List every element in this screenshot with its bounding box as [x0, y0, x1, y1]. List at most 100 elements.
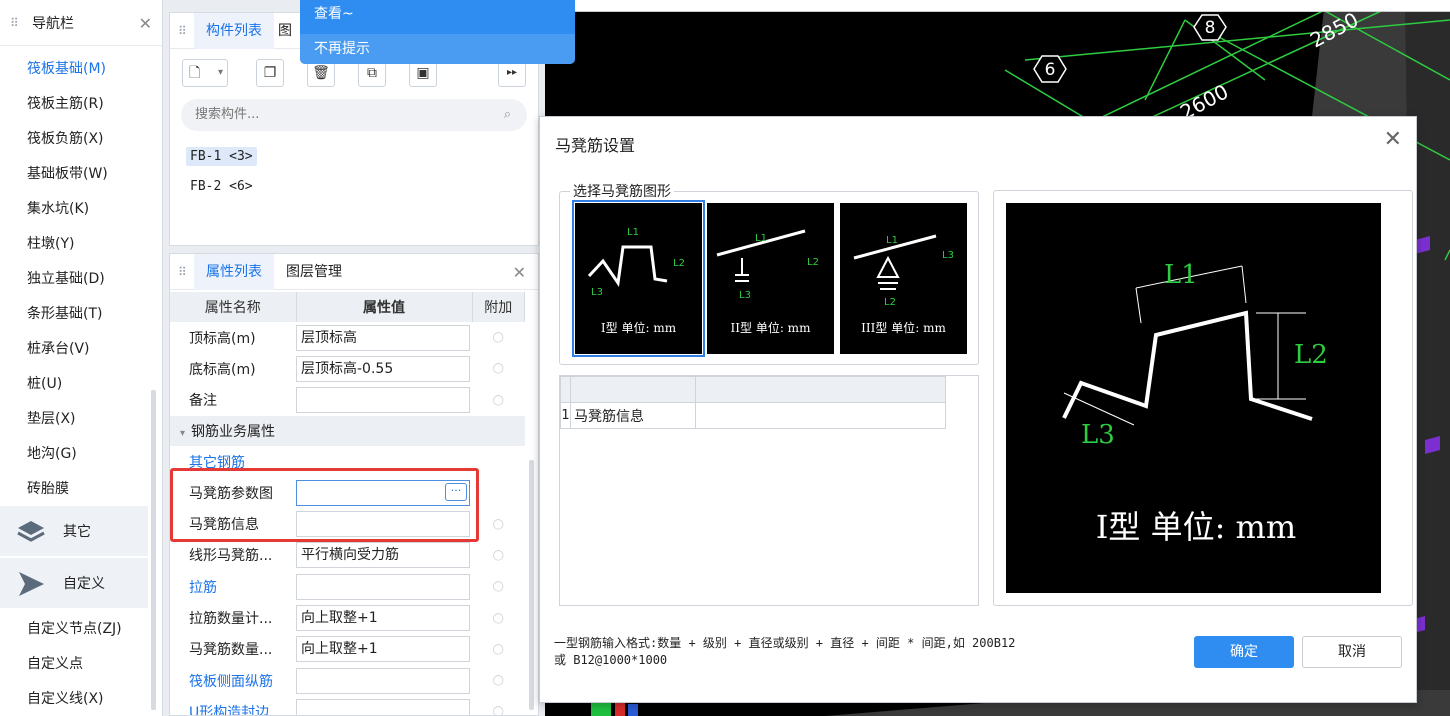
prop-value-input[interactable]: [296, 573, 470, 600]
ellipsis-button[interactable]: ···: [445, 482, 467, 501]
cad-axis-bubble: 8: [1193, 14, 1227, 41]
dont-show-again-menu-item[interactable]: 不再提示: [300, 34, 575, 64]
prop-value-input[interactable]: 平行横向受力筋: [296, 542, 470, 569]
nav-item-cushion[interactable]: 垫层(X): [27, 408, 76, 428]
property-tabbar: ⠿ 属性列表 图层管理 ✕: [170, 254, 538, 290]
prop-value-input[interactable]: [296, 511, 470, 538]
nav-group-other[interactable]: 其它: [0, 506, 148, 556]
stool-info-table: 1 马凳筋信息: [560, 376, 946, 429]
navigation-panel: ⠿ 导航栏 ✕ 筏板基础(M) 筏板主筋(R) 筏板负筋(X) 基础板带(W) …: [0, 0, 163, 716]
prop-value-input[interactable]: [296, 667, 470, 694]
extra-radio[interactable]: ◯: [472, 665, 525, 696]
nav-item-raft-main-rebar[interactable]: 筏板主筋(R): [27, 93, 104, 113]
nav-item-pile-cap[interactable]: 桩承台(V): [27, 338, 90, 358]
prop-value-input[interactable]: 向上取整+1: [296, 605, 470, 632]
nav-item-foundation-strip[interactable]: 基础板带(W): [27, 163, 108, 183]
stool-rebar-settings-dialog: 马凳筋设置 ✕ 选择马凳筋图形 L1 L2 L3 I型 单位: mm L1 L2…: [539, 116, 1417, 703]
tab-component-list[interactable]: 构件列表: [194, 12, 274, 49]
search-icon[interactable]: ⌕: [504, 99, 511, 131]
nav-item-custom-node[interactable]: 自定义节点(ZJ): [27, 618, 122, 638]
prop-name: 马凳筋参数图: [189, 485, 273, 502]
nav-item-pile[interactable]: 桩(U): [27, 373, 62, 393]
table-row[interactable]: 1 马凳筋信息: [560, 402, 946, 429]
table-row: 底标高(m) 层顶标高-0.55 ◯: [170, 353, 525, 384]
nav-scrollbar[interactable]: [151, 390, 156, 710]
table-row: 马凳筋参数图 ···: [170, 477, 525, 508]
extra-radio[interactable]: ◯: [472, 634, 525, 665]
drag-handle-icon[interactable]: ⠿: [178, 265, 194, 279]
col-header-value: 属性值: [296, 292, 473, 322]
col-header-name: 属性名称: [170, 292, 297, 322]
extra-radio[interactable]: ◯: [472, 571, 525, 602]
component-item[interactable]: FB-1 <3>: [186, 147, 257, 166]
nav-item-custom-line[interactable]: 自定义线(X): [27, 688, 104, 708]
view-menu-item[interactable]: 查看~: [314, 3, 354, 23]
extra-radio[interactable]: ◯: [472, 353, 525, 384]
collapse-icon[interactable]: ▾: [180, 428, 185, 439]
property-table: 属性名称 属性值 附加 顶标高(m) 层顶标高 ◯ 底标高(m) 层顶标高-0.…: [170, 292, 525, 715]
nav-item-column-pier[interactable]: 柱墩(Y): [27, 233, 74, 253]
close-icon[interactable]: ✕: [513, 263, 526, 282]
dim-label: L3: [591, 287, 603, 298]
col-header-extra: 附加: [472, 292, 525, 322]
table-row: 备注 ◯: [170, 385, 525, 416]
dim-label: L1: [627, 227, 639, 238]
component-search-input[interactable]: 搜索构件... ⌕: [181, 99, 527, 131]
extra-radio[interactable]: ◯: [472, 540, 525, 571]
prop-value-input[interactable]: [296, 698, 470, 715]
prop-value-input[interactable]: 层顶标高: [296, 324, 470, 351]
nav-item-brick-mold[interactable]: 砖胎膜: [27, 478, 69, 498]
cad-axis-label: 6: [1045, 60, 1056, 80]
hint-line: 一型钢筋输入格式:数量 + 级别 + 直径或级别 + 直径 + 间距 * 间距,…: [554, 636, 1016, 650]
nav-item-raft-neg-rebar[interactable]: 筏板负筋(X): [27, 128, 104, 148]
section-row[interactable]: ▾ 钢筋业务属性: [170, 415, 525, 446]
drag-handle-icon[interactable]: ⠿: [178, 24, 194, 38]
prop-name-link[interactable]: 筏板侧面纵筋: [170, 665, 296, 696]
prop-name-link[interactable]: U形构造封边...: [170, 696, 296, 715]
nav-item-trench[interactable]: 地沟(G): [27, 443, 77, 463]
copy-button[interactable]: ❐: [256, 59, 284, 87]
nav-item-isolated-footing[interactable]: 独立基础(D): [27, 268, 105, 288]
shape-type-2-option[interactable]: L1 L2 L3 II型 单位: mm: [707, 203, 834, 354]
extra-radio[interactable]: ◯: [472, 602, 525, 633]
component-item[interactable]: FB-2 <6>: [186, 177, 257, 196]
close-icon[interactable]: ✕: [139, 14, 152, 33]
prop-name: 底标高(m): [189, 361, 256, 378]
dim-label: L1: [1164, 260, 1198, 290]
property-scrollbar[interactable]: [529, 460, 534, 710]
extra-radio[interactable]: ◯: [472, 322, 525, 353]
prop-name-link[interactable]: 其它钢筋: [170, 446, 296, 477]
shape-type-1-option[interactable]: L1 L2 L3 I型 单位: mm: [572, 200, 705, 357]
nav-item-strip-footing[interactable]: 条形基础(T): [27, 303, 102, 323]
new-component-button[interactable]: 🗋 ▾: [182, 59, 228, 87]
prop-value-input[interactable]: 层顶标高-0.55: [296, 355, 470, 382]
tab-property-list[interactable]: 属性列表: [194, 254, 274, 290]
table-row: 马凳筋数量... 向上取整+1 ◯: [170, 634, 525, 665]
table-row: 拉筋 ◯: [170, 571, 525, 602]
prop-value-input[interactable]: 向上取整+1: [296, 636, 470, 663]
nav-item-raft-foundation[interactable]: 筏板基础(M): [27, 58, 106, 78]
extra-radio[interactable]: ◯: [472, 508, 525, 539]
extra-radio[interactable]: ◯: [472, 696, 525, 715]
nav-title: 导航栏: [32, 15, 74, 32]
cancel-button[interactable]: 取消: [1302, 636, 1402, 668]
nav-item-sump-pit[interactable]: 集水坑(K): [27, 198, 89, 218]
prop-name-link[interactable]: 拉筋: [170, 571, 296, 602]
nav-group-custom[interactable]: 自定义: [0, 558, 148, 608]
close-icon[interactable]: ✕: [1384, 127, 1402, 152]
drag-handle-icon[interactable]: ⠿: [10, 16, 26, 30]
cad-ruler-strip: [545, 0, 1450, 12]
stool-param-diagram-input[interactable]: ···: [296, 479, 470, 506]
grid-header: [695, 376, 946, 403]
prop-value-input[interactable]: [296, 387, 470, 414]
nav-header: ⠿ 导航栏 ✕: [0, 0, 162, 46]
tab-layer-partial[interactable]: 图: [274, 13, 296, 49]
extra-radio[interactable]: ◯: [472, 385, 525, 416]
ok-button[interactable]: 确定: [1194, 636, 1294, 668]
stool-info-value-cell[interactable]: [695, 402, 946, 429]
shape-caption: I型 单位: mm: [600, 321, 677, 335]
nav-item-custom-point[interactable]: 自定义点: [27, 653, 83, 673]
shape-type-3-option[interactable]: L1 L3 L2 III型 单位: mm: [840, 203, 967, 354]
dialog-title: 马凳筋设置: [555, 136, 636, 155]
tab-layer-manage[interactable]: 图层管理: [274, 254, 354, 290]
